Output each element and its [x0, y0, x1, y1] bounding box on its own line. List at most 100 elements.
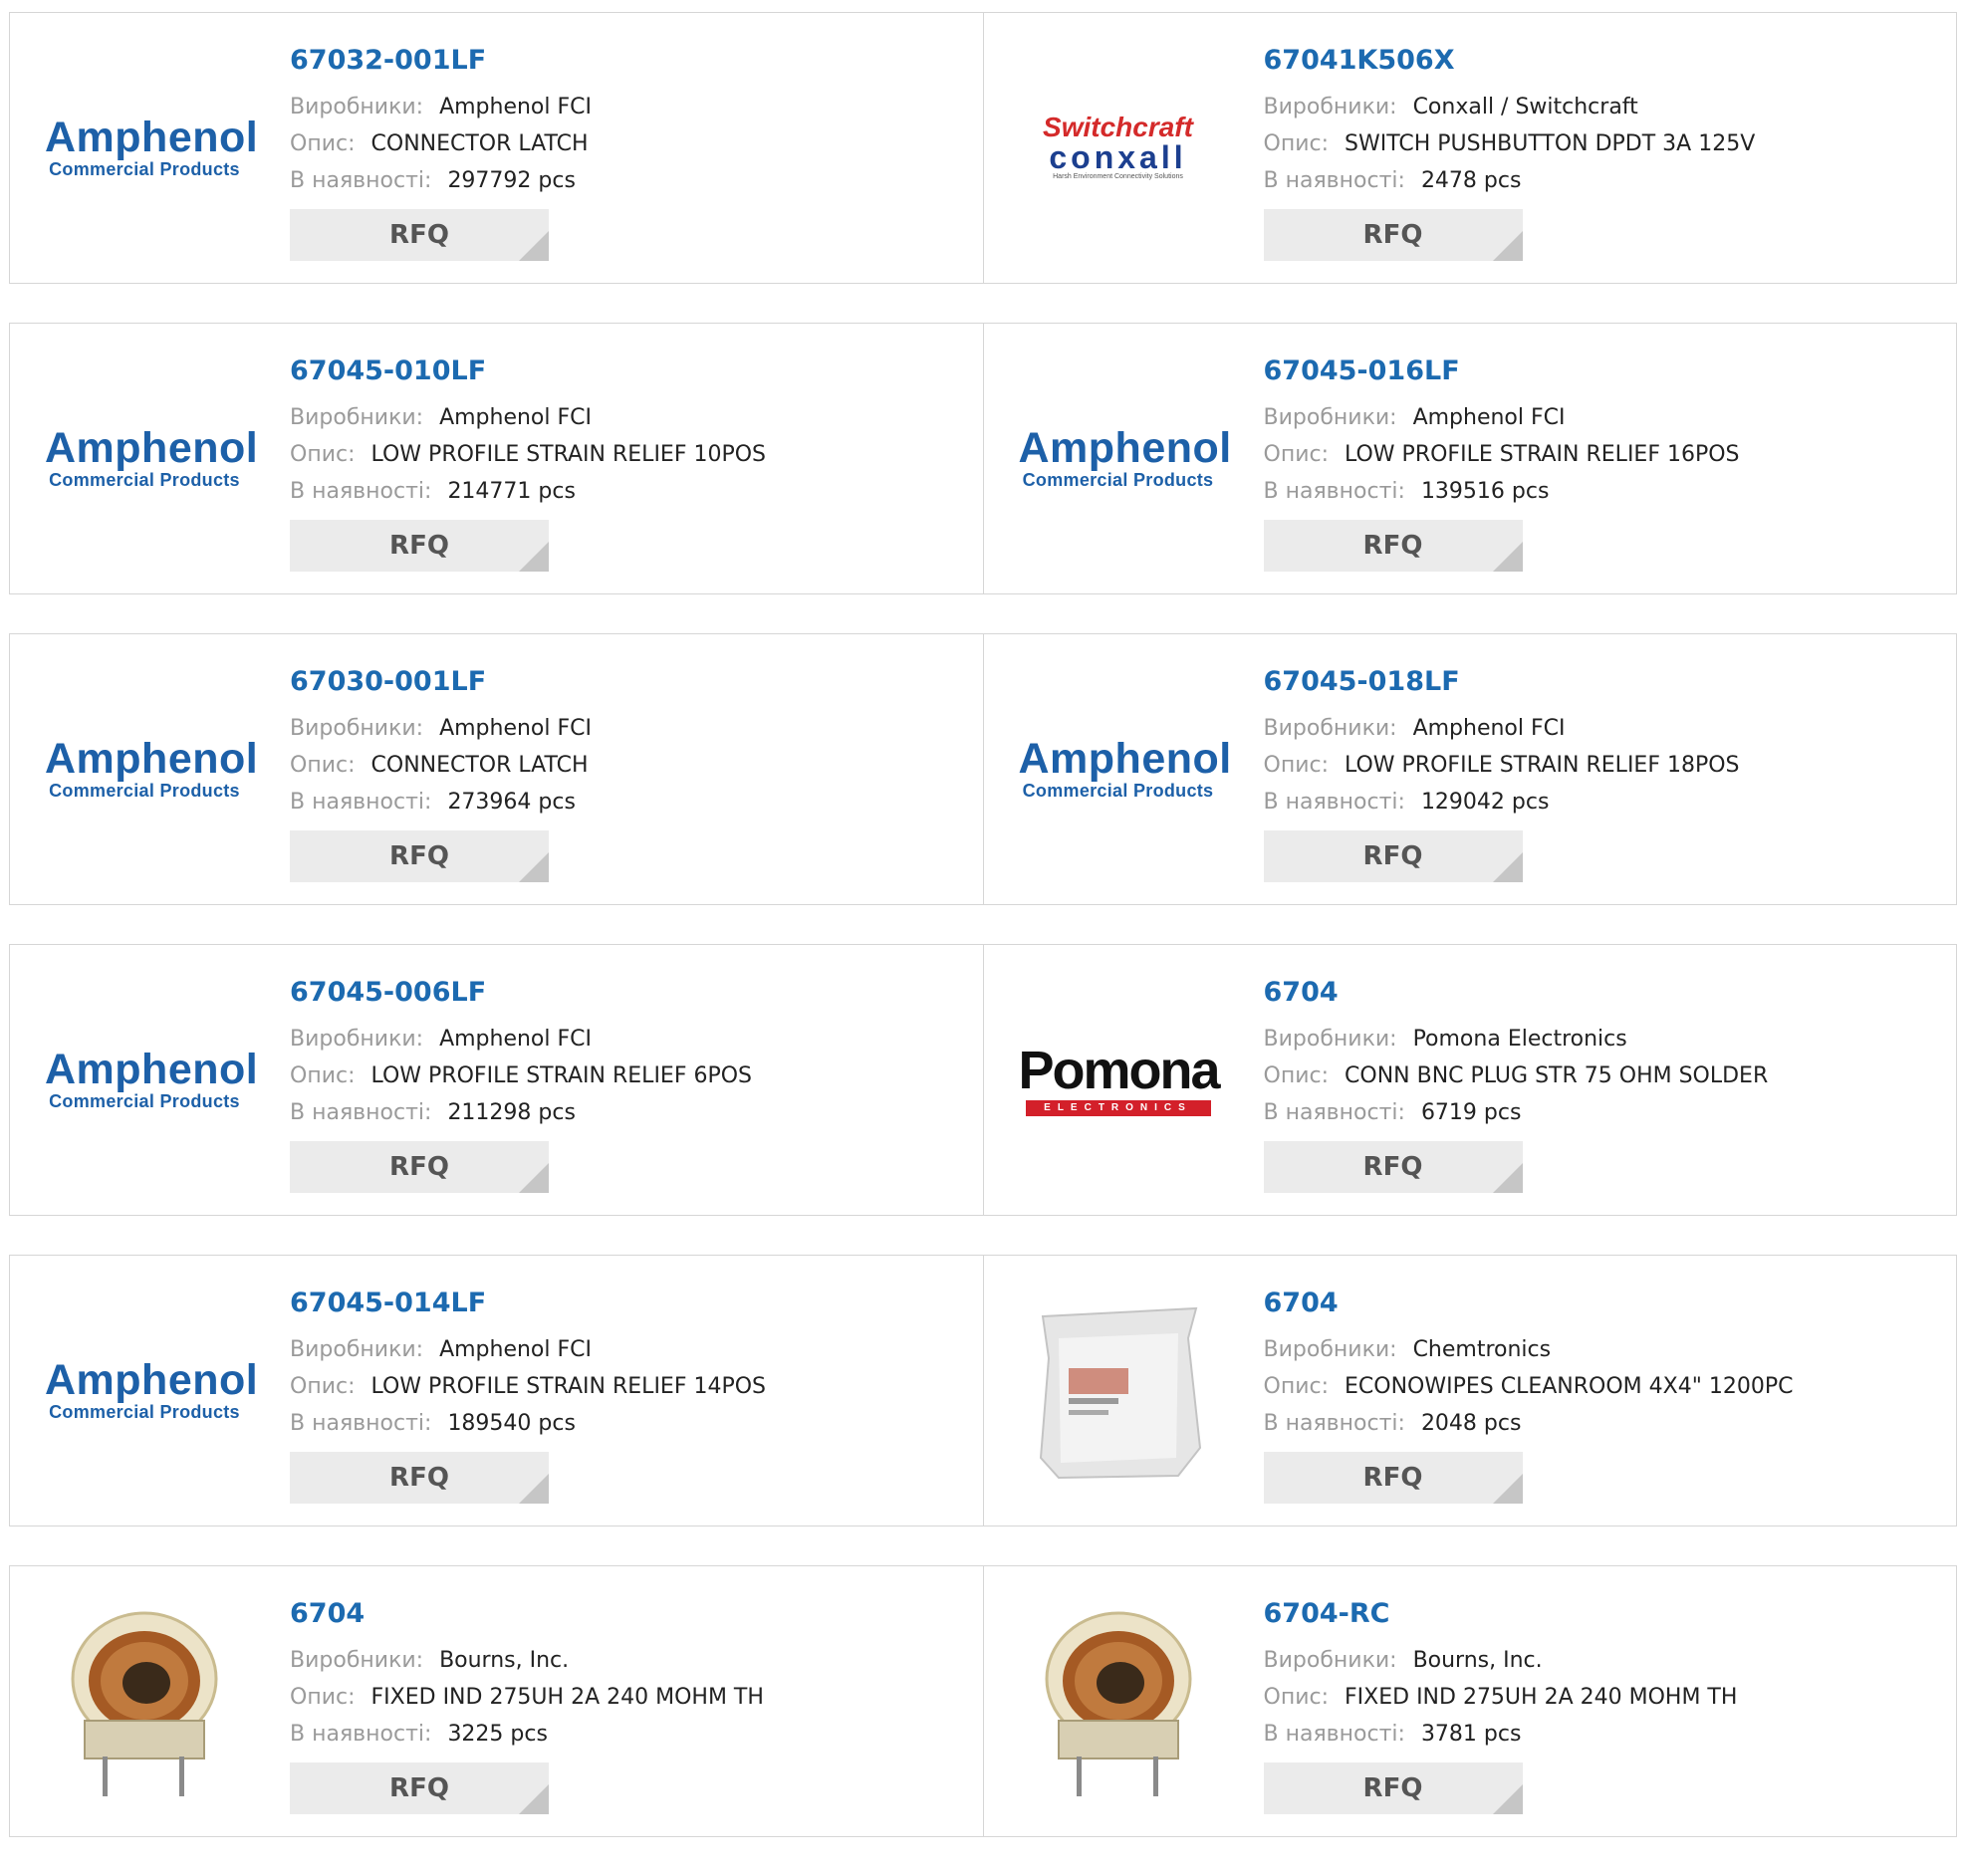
description-value: LOW PROFILE STRAIN RELIEF 16POS: [1345, 442, 1740, 467]
product-row: Amphenol Commercial Products 67045-006LF …: [9, 944, 1957, 1216]
part-number-link[interactable]: 67045-018LF: [1264, 664, 1740, 700]
inductor-icon: [71, 1611, 218, 1796]
description-line: Опис: LOW PROFILE STRAIN RELIEF 14POS: [290, 1374, 767, 1399]
manufacturer-line: Виробники: Amphenol FCI: [290, 405, 592, 430]
manufacturer-line: Виробники: Pomona Electronics: [1263, 1027, 1627, 1052]
rfq-button[interactable]: RFQ: [1263, 520, 1523, 572]
corner-decoration: [1492, 231, 1523, 261]
product-card: Pomona ELECTRONICS 6704 Виробники: Pomona …: [982, 945, 1957, 1215]
product-card: Amphenol Commercial Products 67045-006LF …: [10, 945, 983, 1215]
corner-decoration: [1492, 1474, 1523, 1504]
stock-line: В наявності: 6719 pcs: [1263, 1100, 1522, 1125]
product-card: Amphenol Commercial Products 67045-010LF …: [10, 324, 983, 593]
rfq-button[interactable]: RFQ: [1263, 1452, 1523, 1504]
stock-value: 3781 pcs: [1420, 1722, 1522, 1747]
part-number-link[interactable]: 67041K506X: [1264, 43, 1756, 79]
description-value: FIXED IND 275UH 2A 240 MOHM TH: [1345, 1685, 1738, 1710]
stock-value: 297792 pcs: [447, 168, 576, 193]
corner-decoration: [519, 542, 549, 572]
rfq-button[interactable]: RFQ: [1263, 209, 1523, 261]
description-value: LOW PROFILE STRAIN RELIEF 18POS: [1345, 753, 1740, 778]
switchcraft-conxall-logo: Switchcraft conxall Harsh Environment Conn…: [1043, 112, 1193, 181]
corner-decoration: [1492, 542, 1523, 572]
rfq-button[interactable]: RFQ: [1263, 1762, 1523, 1814]
amphenol-logo: Amphenol Commercial Products: [45, 424, 259, 490]
corner-decoration: [519, 231, 549, 261]
part-number-link[interactable]: 6704: [290, 1596, 764, 1632]
part-number-link[interactable]: 67032-001LF: [290, 43, 592, 79]
rfq-button[interactable]: RFQ: [290, 1762, 549, 1814]
description-value: LOW PROFILE STRAIN RELIEF 6POS: [370, 1063, 753, 1088]
manufacturer-line: Виробники: Chemtronics: [1263, 1337, 1552, 1362]
product-card: 6704-RC Виробники: Bourns, Inc. Опис: FIXE…: [982, 1566, 1957, 1836]
description-line: Опис: ECONOWIPES CLEANROOM 4X4" 1200PC: [1263, 1374, 1794, 1399]
stock-line: В наявності: 297792 pcs: [290, 168, 576, 193]
corner-decoration: [519, 852, 549, 882]
description-line: Опис: CONNECTOR LATCH: [290, 753, 589, 778]
corner-decoration: [1492, 1784, 1523, 1814]
description-line: Опис: SWITCH PUSHBUTTON DPDT 3A 125V: [1263, 131, 1756, 156]
stock-line: В наявності: 139516 pcs: [1263, 479, 1550, 504]
part-number-link[interactable]: 67030-001LF: [290, 664, 592, 700]
manufacturer-value: Amphenol FCI: [1412, 405, 1566, 430]
manufacturer-value: Amphenol FCI: [1412, 716, 1566, 741]
description-value: LOW PROFILE STRAIN RELIEF 14POS: [370, 1374, 767, 1399]
manufacturer-value: Amphenol FCI: [439, 1027, 592, 1052]
stock-value: 189540 pcs: [447, 1411, 576, 1436]
description-value: CONNECTOR LATCH: [370, 131, 589, 156]
stock-value: 214771 pcs: [447, 479, 576, 504]
manufacturer-value: Pomona Electronics: [1412, 1027, 1627, 1052]
part-number-link[interactable]: 67045-014LF: [290, 1286, 766, 1321]
description-line: Опис: CONNECTOR LATCH: [290, 131, 589, 156]
manufacturer-value: Bourns, Inc.: [439, 1648, 570, 1673]
product-card: Amphenol Commercial Products 67045-016LF …: [982, 324, 1957, 593]
rfq-button[interactable]: RFQ: [290, 830, 549, 882]
corner-decoration: [519, 1163, 549, 1193]
amphenol-logo: Amphenol Commercial Products: [45, 1046, 259, 1111]
manufacturer-line: Виробники: Conxall / Switchcraft: [1263, 95, 1638, 119]
manufacturer-line: Виробники: Amphenol FCI: [290, 716, 592, 741]
rfq-button[interactable]: RFQ: [1263, 830, 1523, 882]
toroid-inductor-image: [1014, 1611, 1223, 1796]
manufacturer-line: Виробники: Amphenol FCI: [290, 95, 592, 119]
part-number-link[interactable]: 67045-016LF: [1264, 353, 1740, 389]
wipes-package-icon: [1039, 1306, 1201, 1479]
part-number-link[interactable]: 6704: [1264, 975, 1769, 1011]
product-card: Amphenol Commercial Products 67045-018LF …: [982, 634, 1957, 904]
corner-decoration: [519, 1474, 549, 1504]
rfq-button[interactable]: RFQ: [1263, 1141, 1523, 1193]
pomona-logo: Pomona ELECTRONICS: [1014, 1000, 1223, 1159]
part-number-link[interactable]: 6704: [1264, 1286, 1794, 1321]
amphenol-logo: Amphenol Commercial Products: [1018, 424, 1232, 490]
product-row: 6704 Виробники: Bourns, Inc. Опис: FIXED I…: [9, 1565, 1957, 1837]
rfq-button[interactable]: RFQ: [290, 1141, 549, 1193]
description-value: CONNECTOR LATCH: [370, 753, 589, 778]
manufacturer-value: Conxall / Switchcraft: [1412, 95, 1638, 119]
rfq-button[interactable]: RFQ: [290, 209, 549, 261]
manufacturer-value: Amphenol FCI: [439, 1337, 592, 1362]
manufacturer-line: Виробники: Bourns, Inc.: [1263, 1648, 1543, 1673]
description-line: Опис: LOW PROFILE STRAIN RELIEF 18POS: [1263, 753, 1740, 778]
rfq-button[interactable]: RFQ: [290, 1452, 549, 1504]
product-card: 6704 Виробники: Chemtronics Опис: ECONOWIP…: [982, 1256, 1957, 1525]
stock-value: 139516 pcs: [1420, 479, 1550, 504]
part-number-link[interactable]: 67045-006LF: [290, 975, 752, 1011]
part-number-link[interactable]: 67045-010LF: [290, 353, 766, 389]
amphenol-logo: Amphenol Commercial Products: [45, 735, 259, 801]
manufacturer-value: Amphenol FCI: [439, 716, 592, 741]
part-number-link[interactable]: 6704-RC: [1264, 1596, 1738, 1632]
stock-value: 273964 pcs: [447, 790, 576, 815]
manufacturer-line: Виробники: Amphenol FCI: [290, 1027, 592, 1052]
amphenol-logo: Amphenol Commercial Products: [1018, 735, 1232, 801]
manufacturer-line: Виробники: Bourns, Inc.: [290, 1648, 570, 1673]
product-card: 6704 Виробники: Bourns, Inc. Опис: FIXED I…: [10, 1566, 983, 1836]
product-row: Amphenol Commercial Products 67030-001LF …: [9, 633, 1957, 905]
manufacturer-line: Виробники: Amphenol FCI: [1263, 716, 1566, 741]
product-row: Amphenol Commercial Products 67045-014LF …: [9, 1255, 1957, 1526]
rfq-button[interactable]: RFQ: [290, 520, 549, 572]
manufacturer-value: Bourns, Inc.: [1412, 1648, 1543, 1673]
amphenol-logo: Amphenol Commercial Products: [45, 114, 259, 179]
product-list: Amphenol Commercial Products 67032-001LF …: [9, 12, 1957, 1876]
product-row: Amphenol Commercial Products 67032-001LF …: [9, 12, 1957, 284]
stock-value: 6719 pcs: [1420, 1100, 1522, 1125]
